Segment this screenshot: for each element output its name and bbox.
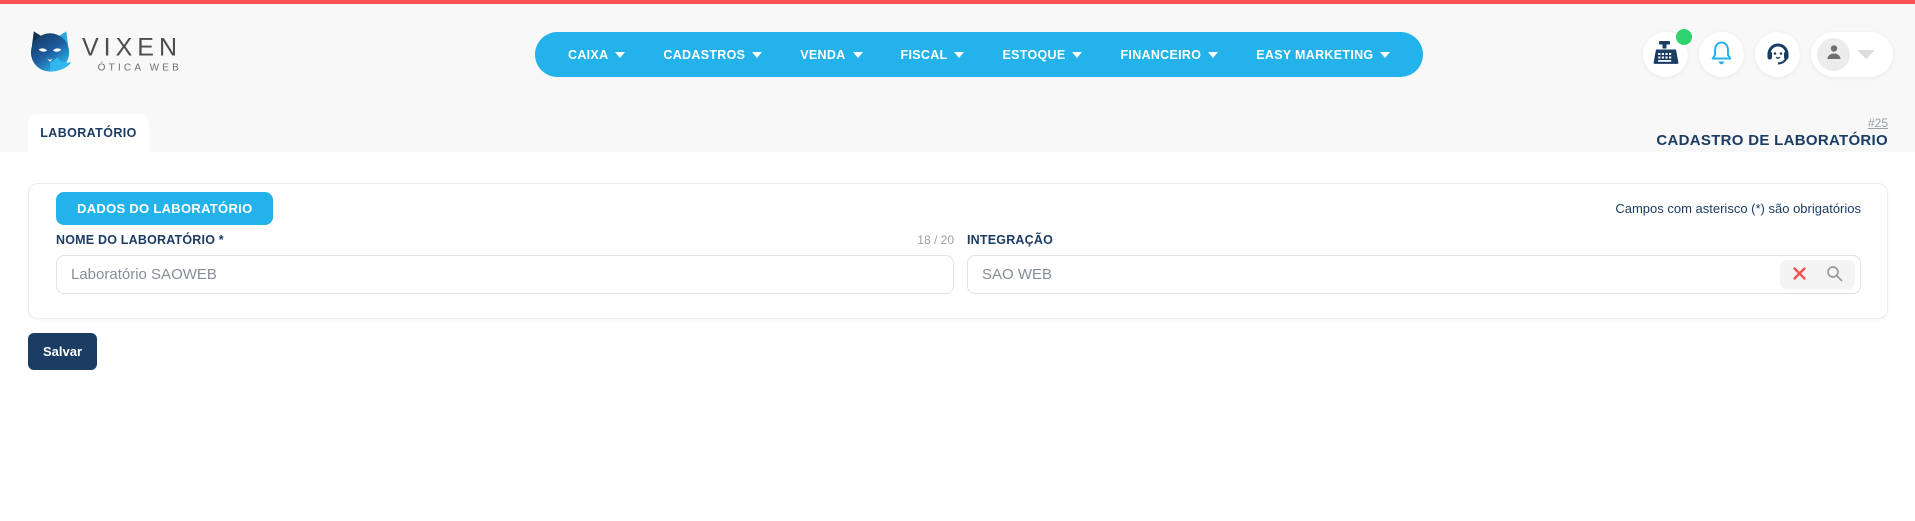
nav-item-financeiro[interactable]: FINANCEIRO	[1101, 32, 1237, 77]
user-icon	[1825, 43, 1843, 66]
laboratory-name-input[interactable]	[71, 266, 948, 283]
tab-bar: LABORATÓRIO #25 CADASTRO DE LABORATÓRIO	[0, 104, 1915, 152]
user-menu-button[interactable]	[1811, 32, 1893, 77]
integration-label: INTEGRAÇÃO	[967, 233, 1053, 247]
fox-logo-icon	[26, 29, 76, 80]
search-icon	[1826, 265, 1843, 285]
page-heading: #25 CADASTRO DE LABORATÓRIO	[1656, 114, 1888, 149]
field-integration: INTEGRAÇÃO	[967, 233, 1861, 294]
nav-item-easy-marketing[interactable]: EASY MARKETING	[1237, 32, 1409, 77]
cash-register-icon	[1653, 40, 1679, 70]
clear-x-icon	[1792, 266, 1807, 284]
nav-label: CADASTROS	[663, 48, 745, 62]
nav-item-caixa[interactable]: CAIXA	[549, 32, 644, 77]
notifications-button[interactable]	[1699, 32, 1744, 77]
nav-label: EASY MARKETING	[1256, 48, 1373, 62]
header-actions	[1643, 32, 1893, 77]
integration-input-actions	[1780, 260, 1855, 289]
record-id-link[interactable]: #25	[1868, 116, 1888, 130]
chevron-down-icon	[752, 52, 762, 58]
support-button[interactable]	[1755, 32, 1800, 77]
nav-label: CAIXA	[568, 48, 608, 62]
tab-label: LABORATÓRIO	[40, 126, 137, 140]
nav-label: FISCAL	[901, 48, 948, 62]
laboratory-form-card: DADOS DO LABORATÓRIO Campos com asterisc…	[28, 183, 1888, 319]
logo-title: VIXEN	[82, 35, 182, 60]
page-title: CADASTRO DE LABORATÓRIO	[1656, 132, 1888, 149]
logo-subtitle: ÓTICA WEB	[98, 63, 182, 73]
character-counter: 18 / 20	[917, 233, 954, 247]
header: VIXEN ÓTICA WEB CAIXA CADASTROS VENDA FI…	[0, 4, 1915, 152]
tab-laboratorio[interactable]: LABORATÓRIO	[28, 114, 149, 152]
integration-input[interactable]	[982, 266, 1780, 283]
main-nav: CAIXA CADASTROS VENDA FISCAL ESTOQUE FIN…	[535, 32, 1423, 77]
chevron-down-icon	[954, 52, 964, 58]
nav-item-cadastros[interactable]: CADASTROS	[644, 32, 781, 77]
nav-label: FINANCEIRO	[1120, 48, 1201, 62]
bell-icon	[1710, 40, 1733, 70]
nav-item-estoque[interactable]: ESTOQUE	[983, 32, 1101, 77]
integration-input-box	[967, 255, 1861, 294]
main-content: DADOS DO LABORATÓRIO Campos com asterisc…	[0, 183, 1915, 521]
laboratory-name-input-box	[56, 255, 954, 294]
cash-register-button[interactable]	[1643, 32, 1688, 77]
save-button[interactable]: Salvar	[28, 333, 97, 370]
chevron-down-icon	[1072, 52, 1082, 58]
chevron-down-icon	[1208, 52, 1218, 58]
chevron-down-icon	[853, 52, 863, 58]
chevron-down-icon	[615, 52, 625, 58]
avatar	[1817, 38, 1850, 71]
field-laboratory-name: NOME DO LABORATÓRIO * 18 / 20	[56, 233, 954, 294]
required-fields-note: Campos com asterisco (*) são obrigatório…	[1615, 201, 1861, 216]
section-tab-dados-do-laboratorio[interactable]: DADOS DO LABORATÓRIO	[56, 192, 273, 225]
chevron-down-icon	[1857, 50, 1875, 59]
headset-icon	[1765, 40, 1791, 70]
nav-item-venda[interactable]: VENDA	[781, 32, 881, 77]
app-logo[interactable]: VIXEN ÓTICA WEB	[26, 29, 182, 80]
nav-label: ESTOQUE	[1002, 48, 1065, 62]
online-status-badge	[1676, 29, 1692, 45]
chevron-down-icon	[1380, 52, 1390, 58]
clear-integration-button[interactable]	[1792, 266, 1807, 284]
nav-item-fiscal[interactable]: FISCAL	[882, 32, 984, 77]
laboratory-name-label: NOME DO LABORATÓRIO *	[56, 233, 224, 247]
search-integration-button[interactable]	[1826, 265, 1843, 285]
nav-label: VENDA	[800, 48, 845, 62]
